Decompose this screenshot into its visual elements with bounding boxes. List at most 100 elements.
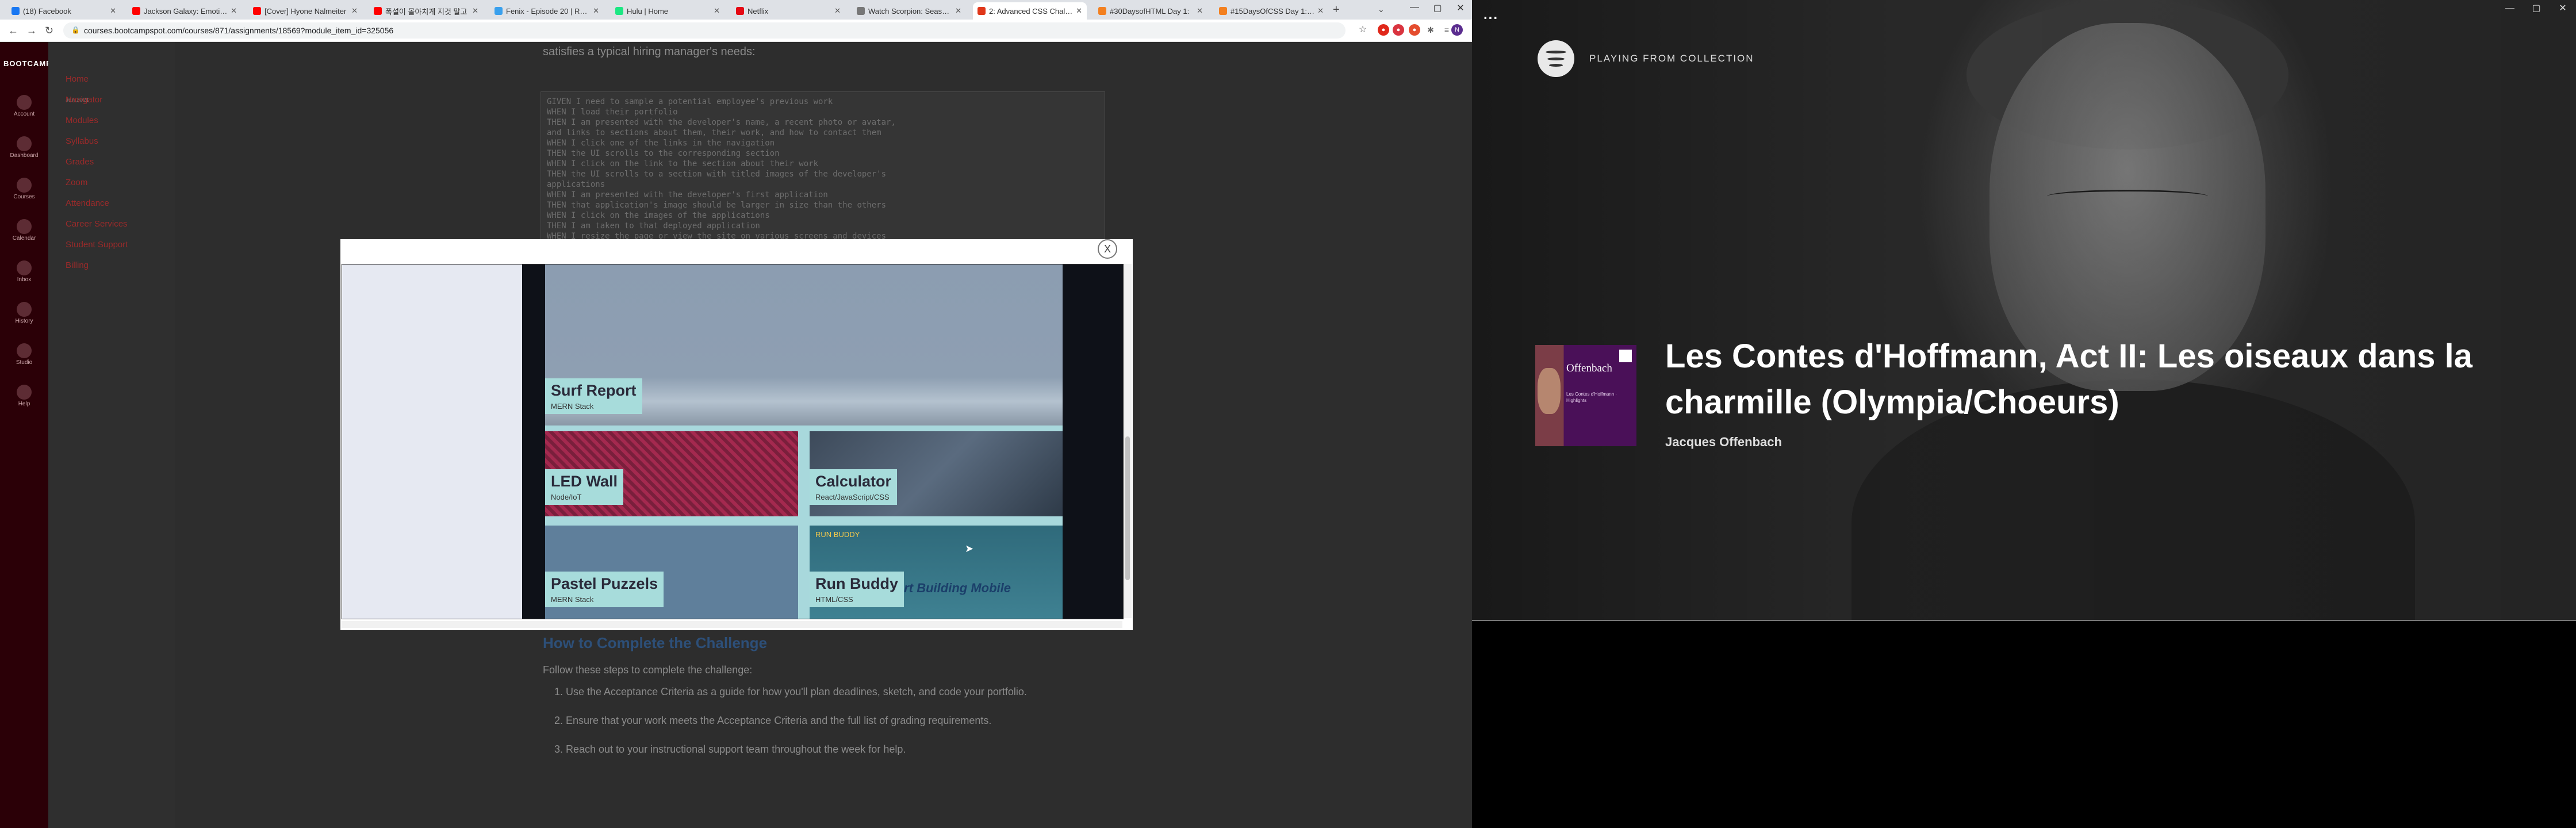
- course-nav-link[interactable]: Navigator: [66, 95, 102, 105]
- global-nav-studio[interactable]: Studio: [0, 343, 48, 366]
- more-menu-icon[interactable]: ...: [1483, 7, 1498, 23]
- tab-close-icon[interactable]: ✕: [593, 6, 599, 16]
- artist-portrait-background: [1472, 0, 2576, 621]
- browser-tab[interactable]: #15DaysOfCSS Day 1: Ser ✕: [1214, 2, 1328, 20]
- browser-tab[interactable]: Netflix ✕: [731, 2, 845, 20]
- browser-tab[interactable]: Hulu | Home ✕: [611, 2, 724, 20]
- tab-title: Netflix: [747, 6, 769, 16]
- tab-search-icon[interactable]: ⌄: [1378, 5, 1385, 14]
- browser-tab[interactable]: 폭설이 몰아치게 지것 말고 ✕: [369, 2, 483, 20]
- code-line: GIVEN I need to sample a potential emplo…: [547, 97, 833, 106]
- course-nav-link[interactable]: Career Services: [66, 219, 128, 229]
- minimize-button[interactable]: —: [2497, 3, 2523, 14]
- tab-title: 2: Advanced CSS Challenge: [989, 6, 1074, 16]
- code-line: and links to sections about them, their …: [547, 128, 881, 137]
- extension-icon[interactable]: ●: [1393, 24, 1404, 36]
- tab-title: (18) Facebook: [23, 6, 71, 16]
- modal-vertical-scrollbar[interactable]: [1124, 264, 1132, 618]
- close-window-button[interactable]: ✕: [2550, 2, 2576, 14]
- tab-close-icon[interactable]: ✕: [1197, 6, 1203, 16]
- course-nav-link[interactable]: Home: [66, 74, 89, 84]
- canvas-logo[interactable]: BOOTCAMP: [3, 59, 52, 68]
- scrollbar-thumb[interactable]: [1125, 436, 1130, 580]
- modal-image-viewport: Surf Report MERN Stack LED Wall Node/IoT…: [342, 264, 1124, 619]
- url-text[interactable]: courses.bootcampspot.com/courses/871/ass…: [84, 26, 393, 35]
- project-card-run-buddy[interactable]: RUN BUDDY Start Building Mobile Run Budd…: [810, 526, 1063, 619]
- tab-close-icon[interactable]: ✕: [955, 6, 961, 16]
- global-nav-history[interactable]: History: [0, 302, 48, 324]
- code-line: THEN I am taken to that deployed applica…: [547, 221, 760, 231]
- album-art-badge: [1619, 350, 1632, 362]
- browser-maximize-button[interactable]: ▢: [1426, 2, 1449, 14]
- track-title: Les Contes d'Hoffmann, Act II: Les oisea…: [1665, 338, 2472, 421]
- browser-tab[interactable]: Fenix - Episode 20 | Rakut ✕: [490, 2, 604, 20]
- tab-title: Watch Scorpion: Season 2: [868, 6, 953, 16]
- project-name: LED Wall: [551, 473, 618, 490]
- course-nav-link[interactable]: Attendance: [66, 198, 109, 208]
- browser-tab[interactable]: 2: Advanced CSS Challenge✕: [973, 2, 1087, 20]
- tab-favicon-icon: [132, 7, 140, 15]
- logo-wave: [1546, 51, 1566, 53]
- tab-close-icon[interactable]: ✕: [834, 6, 841, 16]
- album-art-title: Offenbach: [1566, 362, 1612, 374]
- close-button[interactable]: X: [1098, 239, 1117, 259]
- new-tab-button[interactable]: +: [1333, 3, 1340, 17]
- project-card-led-wall[interactable]: LED Wall Node/IoT: [545, 431, 798, 516]
- logo-wave: [1549, 64, 1563, 67]
- maximize-button[interactable]: ▢: [2523, 2, 2550, 14]
- tab-close-icon[interactable]: ✕: [714, 6, 720, 16]
- tab-close-icon[interactable]: ✕: [472, 6, 478, 16]
- extension-icon[interactable]: ●: [1409, 24, 1420, 36]
- global-nav-account[interactable]: Account: [0, 95, 48, 117]
- course-nav-link[interactable]: Grades: [66, 157, 94, 167]
- browser-tab[interactable]: [Cover] Hyone Nalmeiter ✕: [248, 2, 362, 20]
- browser-close-button[interactable]: ✕: [1449, 2, 1472, 14]
- course-nav-link[interactable]: Zoom: [66, 178, 87, 187]
- tab-favicon-icon: [374, 7, 382, 15]
- course-nav-link[interactable]: Student Support: [66, 240, 128, 250]
- project-label: Run Buddy HTML/CSS: [810, 572, 904, 607]
- tab-title: Fenix - Episode 20 | Rakut: [506, 6, 591, 16]
- project-card-surf-report[interactable]: Surf Report MERN Stack: [545, 264, 1063, 425]
- browser-tab[interactable]: (18) Facebook ✕: [7, 2, 121, 20]
- modal-horizontal-scrollbar[interactable]: [342, 621, 1122, 628]
- tab-favicon-icon: [253, 7, 261, 15]
- courses-icon: [17, 178, 32, 193]
- project-card-calculator[interactable]: Calculator React/JavaScript/CSS: [810, 431, 1063, 516]
- bookmark-star-icon[interactable]: ☆: [1357, 24, 1368, 36]
- address-bar[interactable]: 🔒 courses.bootcampspot.com/courses/871/a…: [63, 22, 1346, 39]
- course-nav-link[interactable]: Modules: [66, 116, 98, 125]
- lock-icon[interactable]: 🔒: [71, 26, 80, 34]
- global-nav-inbox[interactable]: Inbox: [0, 260, 48, 283]
- global-nav-dashboard[interactable]: Dashboard: [0, 136, 48, 159]
- forward-icon[interactable]: →: [26, 25, 37, 37]
- tab-close-icon[interactable]: ✕: [351, 6, 358, 16]
- global-nav-help[interactable]: Help: [0, 385, 48, 407]
- adblock-extension-icon[interactable]: ●: [1378, 24, 1389, 36]
- tab-favicon-icon: [615, 7, 623, 15]
- tab-close-icon[interactable]: ✕: [1076, 6, 1082, 16]
- media-control-icon[interactable]: ≡: [1441, 24, 1452, 36]
- tab-close-icon[interactable]: ✕: [110, 6, 116, 16]
- howto-heading: How to Complete the Challenge: [543, 634, 768, 651]
- browser-tab[interactable]: Watch Scorpion: Season 2 ✕: [852, 2, 966, 20]
- tab-close-icon[interactable]: ✕: [231, 6, 237, 16]
- track-artist[interactable]: Jacques Offenbach: [1665, 435, 1782, 450]
- spotify-logo-icon: [1538, 40, 1574, 77]
- global-nav-label: Studio: [16, 359, 33, 366]
- back-icon[interactable]: ←: [8, 25, 18, 37]
- puzzle-extensions-icon[interactable]: ✱: [1425, 24, 1436, 36]
- project-card-pastel-puzzels[interactable]: Pastel Puzzels MERN Stack: [545, 526, 798, 619]
- course-nav-link[interactable]: Syllabus: [66, 136, 98, 146]
- profile-avatar[interactable]: N: [1451, 24, 1463, 36]
- tab-close-icon[interactable]: ✕: [1317, 6, 1324, 16]
- tab-strip: (18) Facebook ✕ Jackson Galaxy: Emotional ✕…: [0, 0, 1472, 20]
- global-nav-calendar[interactable]: Calendar: [0, 219, 48, 241]
- course-nav-link[interactable]: Billing: [66, 260, 89, 270]
- browser-minimize-button[interactable]: —: [1403, 2, 1426, 13]
- global-nav-courses[interactable]: Courses: [0, 178, 48, 200]
- reload-icon[interactable]: ↻: [45, 25, 53, 37]
- browser-tab[interactable]: Jackson Galaxy: Emotional ✕: [128, 2, 241, 20]
- code-line: THEN the UI scrolls to a section with ti…: [547, 170, 887, 179]
- browser-tab[interactable]: #30DaysofHTML Day 1: ✕: [1094, 2, 1208, 20]
